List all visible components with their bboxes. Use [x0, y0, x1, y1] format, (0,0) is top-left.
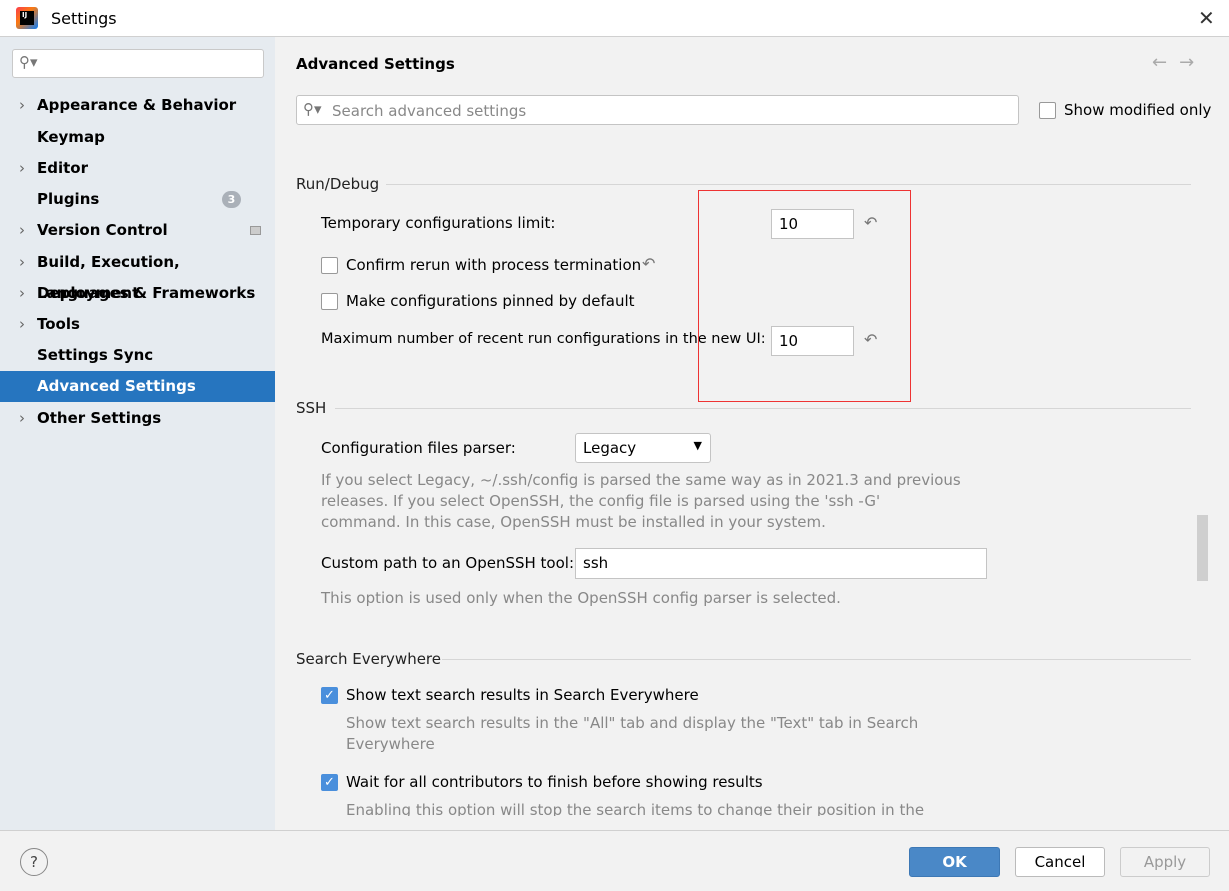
section-header-ssh: SSH [296, 399, 327, 417]
project-level-icon [250, 226, 261, 235]
wait-contributors-checkbox[interactable]: ✓ [321, 774, 338, 791]
close-icon[interactable]: ✕ [1198, 6, 1215, 30]
path-label: Custom path to an OpenSSH tool: [321, 554, 575, 572]
temp-limit-label: Temporary configurations limit: [321, 214, 556, 232]
path-hint: This option is used only when the OpenSS… [321, 589, 841, 607]
forward-arrow-icon[interactable]: → [1179, 52, 1206, 73]
cancel-button[interactable]: Cancel [1015, 847, 1105, 877]
show-modified-checkbox[interactable] [1039, 102, 1056, 119]
sidebar-item-label: Tools [37, 315, 80, 333]
confirm-rerun-label: Confirm rerun with process termination [346, 256, 642, 274]
sidebar-search-input[interactable]: ⚲▾ [12, 49, 264, 78]
title-bar: IJ Settings ✕ [0, 0, 1229, 37]
chevron-right-icon: › [19, 253, 25, 271]
show-modified-label: Show modified only [1064, 101, 1212, 119]
sidebar-item-label: Advanced Settings [37, 377, 196, 395]
scrollbar[interactable] [1197, 515, 1208, 581]
text-search-checkbox[interactable]: ✓ [321, 687, 338, 704]
sidebar-item-tools[interactable]: › Tools [0, 309, 275, 340]
chevron-right-icon: › [19, 315, 25, 333]
reset-icon[interactable]: ↶ [642, 254, 655, 273]
section-header-run-debug: Run/Debug [296, 175, 380, 193]
ok-button[interactable]: OK [909, 847, 1000, 877]
wait-contributors-label: Wait for all contributors to finish befo… [346, 773, 763, 791]
sidebar-item-label: Editor [37, 159, 88, 177]
sidebar-item-other-settings[interactable]: › Other Settings [0, 403, 275, 434]
chevron-right-icon: › [19, 96, 25, 114]
pinned-checkbox[interactable] [321, 293, 338, 310]
page-title: Advanced Settings [296, 55, 455, 73]
sidebar-item-label: Settings Sync [37, 346, 154, 364]
divider [442, 659, 1191, 660]
sidebar-item-keymap[interactable]: Keymap [0, 122, 275, 153]
sidebar-item-languages[interactable]: › Languages & Frameworks [0, 278, 275, 309]
text-search-label: Show text search results in Search Every… [346, 686, 699, 704]
apply-button[interactable]: Apply [1120, 847, 1210, 877]
highlight-box [698, 190, 911, 402]
divider [335, 408, 1191, 409]
plugins-badge: 3 [222, 191, 241, 208]
divider [386, 184, 1191, 185]
sidebar: ⚲▾ › Appearance & Behavior Keymap › Editor… [0, 37, 275, 830]
chevron-right-icon: › [19, 284, 25, 302]
sidebar-item-build[interactable]: › Build, Execution, Deployment [0, 247, 275, 302]
parser-dropdown[interactable]: Legacy ▼ [575, 433, 711, 463]
sidebar-item-appearance[interactable]: › Appearance & Behavior [0, 90, 275, 121]
sidebar-item-version-control[interactable]: › Version Control [0, 215, 275, 246]
search-icon: ⚲▾ [303, 100, 322, 118]
window-title: Settings [51, 9, 117, 28]
chevron-right-icon: › [19, 409, 25, 427]
parser-hint: If you select Legacy, ~/.ssh/config is p… [321, 471, 961, 531]
sidebar-item-editor[interactable]: › Editor [0, 153, 275, 184]
pinned-label: Make configurations pinned by default [346, 292, 635, 310]
navigation-arrows: ←→ [1152, 52, 1206, 73]
intellij-logo-icon: IJ [16, 7, 38, 29]
chevron-right-icon: › [19, 159, 25, 177]
parser-label: Configuration files parser: [321, 439, 516, 457]
sidebar-item-label: Keymap [37, 128, 105, 146]
sidebar-item-advanced-settings[interactable]: Advanced Settings [0, 371, 275, 402]
sidebar-item-label: Appearance & Behavior [37, 96, 237, 114]
confirm-rerun-checkbox[interactable] [321, 257, 338, 274]
sidebar-item-settings-sync[interactable]: Settings Sync [0, 340, 275, 371]
back-arrow-icon[interactable]: ← [1152, 52, 1179, 73]
sidebar-item-label: Plugins [37, 190, 100, 208]
sidebar-item-label: Languages & Frameworks [37, 284, 256, 302]
chevron-down-icon: ▼ [693, 439, 702, 452]
sidebar-item-label: Other Settings [37, 409, 162, 427]
search-icon: ⚲▾ [19, 53, 38, 71]
wait-contributors-hint: Enabling this option will stop the searc… [346, 801, 925, 816]
sidebar-item-label: Version Control [37, 221, 168, 239]
chevron-right-icon: › [19, 221, 25, 239]
parser-value: Legacy [583, 439, 637, 457]
divider [0, 830, 1229, 831]
sidebar-item-plugins[interactable]: Plugins 3 [0, 184, 275, 215]
advanced-settings-search-input[interactable]: ⚲▾ Search advanced settings [296, 95, 1019, 125]
help-button[interactable]: ? [20, 848, 48, 876]
openssh-path-input[interactable]: ssh [575, 548, 987, 579]
section-header-search-everywhere: Search Everywhere [296, 650, 441, 668]
search-placeholder: Search advanced settings [332, 102, 527, 120]
text-search-hint: Show text search results in the "All" ta… [346, 714, 919, 753]
